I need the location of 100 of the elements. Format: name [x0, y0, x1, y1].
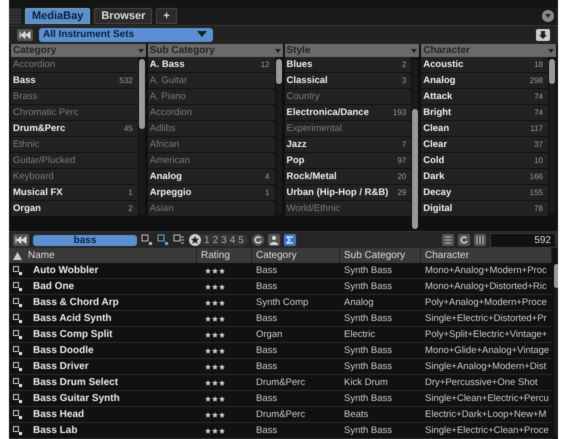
filter-item[interactable]: Bass 532 — [11, 73, 138, 90]
filter-item[interactable]: Asian — [148, 201, 274, 218]
filter-item[interactable]: Pop 97 — [284, 153, 412, 170]
filter-item[interactable]: Blues 2 — [284, 57, 412, 74]
preset-name[interactable]: Bass Head — [33, 409, 84, 420]
caret-icon — [197, 31, 207, 38]
view-icon[interactable] — [157, 234, 169, 246]
preset-name[interactable]: Bass Comp Split — [33, 329, 112, 340]
tab[interactable]: + — [156, 8, 177, 24]
first-icon[interactable] — [17, 28, 33, 41]
table-cell: Mono+Analog+Modern+Proc — [425, 265, 547, 276]
preset-name[interactable]: Bass Driver — [33, 361, 89, 372]
rating-filter-option[interactable]: 3 — [221, 234, 227, 246]
rating-filter-option[interactable]: 2 — [212, 234, 218, 246]
caret-icon — [138, 48, 144, 53]
filter-item[interactable]: Keyboard — [11, 169, 138, 186]
search-field[interactable]: bass — [33, 234, 137, 246]
filter-item[interactable]: Jazz 7 — [284, 137, 412, 154]
table-cell: Single+Electric+Clean+Proce — [425, 425, 549, 436]
first-icon[interactable] — [13, 234, 29, 246]
scrollbar[interactable] — [276, 59, 282, 216]
filter-item[interactable]: Drum&Perc 45 — [11, 121, 138, 138]
filter-item[interactable]: Arpeggio 1 — [148, 185, 274, 202]
scrollbar[interactable] — [549, 59, 555, 216]
table-cell: Poly+Split+Electric+Vintage+ — [425, 329, 548, 340]
filter-item[interactable]: Acoustic 18 — [421, 57, 548, 74]
filter-item[interactable]: Clean 117 — [421, 121, 548, 138]
table-cell: Bass — [256, 425, 278, 436]
table-cell: Bass — [256, 361, 278, 372]
filter-item[interactable]: Dark 166 — [421, 169, 548, 186]
filter-item[interactable]: Rock/Metal 20 — [284, 169, 412, 186]
filter-item[interactable]: Decay 155 — [421, 185, 548, 202]
filter-item[interactable]: American — [148, 153, 274, 170]
filter-item[interactable]: Classical 3 — [284, 73, 412, 90]
preset-icon — [13, 378, 23, 388]
preset-name[interactable]: Bad One — [33, 281, 74, 292]
tab[interactable]: MediaBay — [25, 8, 90, 24]
preset-icon — [13, 330, 23, 340]
filter-item[interactable]: African — [148, 137, 274, 154]
table-cell: Electric — [344, 329, 376, 340]
scrollbar[interactable] — [554, 264, 558, 435]
table-cell: Bass — [256, 313, 278, 324]
scope-dropdown[interactable]: All Instrument Sets — [39, 28, 213, 42]
menu-caret-icon[interactable] — [542, 10, 554, 22]
filter-item[interactable]: Attack 74 — [421, 89, 548, 106]
download-icon[interactable] — [536, 28, 550, 41]
star-filter-icon[interactable] — [189, 234, 201, 246]
preset-icon — [13, 266, 23, 276]
filter-item[interactable]: Bright 74 — [421, 105, 548, 122]
rating-filter-option[interactable]: 4 — [230, 234, 236, 246]
filter-item[interactable]: A. Bass 12 — [148, 57, 274, 74]
table-cell: Analog — [344, 297, 374, 308]
grip-icon[interactable] — [9, 8, 21, 24]
tab[interactable]: Browser — [94, 8, 152, 24]
preset-name[interactable]: Bass & Chord Arp — [33, 297, 119, 308]
filter-item[interactable]: Analog 298 — [421, 73, 548, 90]
filter-item[interactable]: Ethnic — [11, 137, 138, 154]
preset-icon — [13, 298, 23, 308]
filter-item[interactable]: Accordion — [11, 57, 138, 74]
preset-name[interactable]: Bass Lab — [33, 425, 78, 436]
filter-item[interactable]: Guitar/Plucked — [11, 153, 138, 170]
filter-item[interactable]: A. Guitar — [148, 73, 274, 90]
filter-item[interactable]: Brass — [11, 89, 138, 106]
scrollbar[interactable] — [138, 59, 145, 216]
refresh-icon[interactable] — [458, 234, 470, 246]
filter-item[interactable]: Experimental — [284, 121, 412, 138]
rating-filter-option[interactable]: 5 — [238, 234, 244, 246]
person-icon[interactable] — [268, 234, 280, 246]
sum-icon[interactable] — [284, 234, 296, 246]
filter-item[interactable]: Country — [284, 89, 412, 106]
preset-name[interactable]: Bass Acid Synth — [33, 313, 112, 324]
view-icon[interactable] — [141, 234, 153, 246]
filter-item[interactable]: Adlibs — [148, 121, 274, 138]
scrollbar[interactable] — [412, 59, 418, 230]
filter-item[interactable]: Chromatic Perc — [11, 105, 138, 122]
filter-item[interactable]: Cold 10 — [421, 153, 548, 170]
filter-item[interactable]: Clear 37 — [421, 137, 548, 154]
preset-icon — [13, 394, 23, 404]
refresh-icon[interactable] — [252, 234, 264, 246]
rating-filter-option[interactable]: 1 — [204, 234, 210, 246]
filter-item[interactable]: Musical FX 1 — [11, 185, 138, 202]
view-icon[interactable] — [173, 234, 185, 246]
sort-icon — [13, 252, 22, 260]
preset-name[interactable]: Bass Doodle — [33, 345, 94, 356]
preset-icon — [13, 282, 23, 292]
filter-item[interactable]: Digital 78 — [421, 201, 548, 218]
filter-item[interactable]: Urban (Hip-Hop / R&B) 29 — [284, 185, 412, 202]
columns-icon[interactable] — [474, 234, 486, 246]
preset-name[interactable]: Bass Drum Select — [33, 377, 118, 388]
document-icon[interactable] — [442, 234, 454, 246]
filter-item[interactable]: World/Ethnic — [284, 201, 412, 218]
table-cell: Synth Bass — [344, 393, 392, 404]
preset-name[interactable]: Auto Wobbler — [33, 265, 98, 276]
filter-item[interactable]: Electronica/Dance 193 — [284, 105, 412, 122]
filter-item[interactable]: A. Piano — [148, 89, 274, 106]
filter-item[interactable]: Accordion — [148, 105, 274, 122]
preset-name[interactable]: Bass Guitar Synth — [33, 393, 120, 404]
caret-icon — [274, 48, 280, 53]
filter-item[interactable]: Organ 2 — [11, 201, 138, 218]
filter-item[interactable]: Analog 4 — [148, 169, 274, 186]
